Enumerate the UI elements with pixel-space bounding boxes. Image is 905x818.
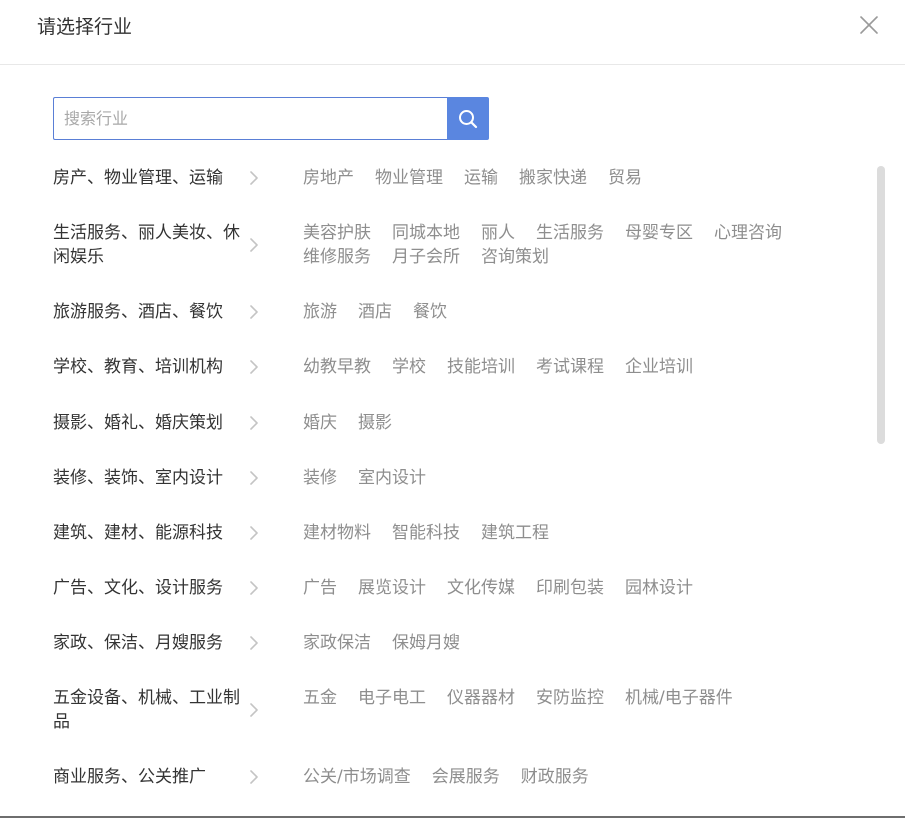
chevron-right-icon xyxy=(250,238,258,252)
subcategory-item[interactable]: 公关/市场调查 xyxy=(303,765,411,789)
subcategory-item[interactable]: 摄影 xyxy=(358,411,392,435)
close-icon xyxy=(860,16,878,34)
category-label[interactable]: 家政、保洁、月嫂服务 xyxy=(53,631,253,655)
subcategory-item[interactable]: 建材物料 xyxy=(303,521,371,545)
subcategory-item[interactable]: 美容护肤 xyxy=(303,221,371,245)
subcategory-item[interactable]: 贸易 xyxy=(608,166,642,190)
subcategory-item[interactable]: 保姆月嫂 xyxy=(392,631,460,655)
industry-select-dialog: 请选择行业 房产、物业管理、运输 房地产物业管理运输搬家快递贸易生活服务、丽人美妆… xyxy=(0,0,905,818)
scrollbar-thumb[interactable] xyxy=(877,166,885,444)
category-label[interactable]: 建筑、建材、能源科技 xyxy=(53,521,253,545)
category-label[interactable]: 旅游服务、酒店、餐饮 xyxy=(53,300,253,324)
chevron-right-icon xyxy=(250,471,258,485)
subcategory-item[interactable]: 餐饮 xyxy=(413,300,447,324)
chevron-right-icon xyxy=(250,703,258,717)
subcategory-item[interactable]: 丽人 xyxy=(481,221,515,245)
search-input[interactable] xyxy=(53,97,447,140)
subcategory-item[interactable]: 广告 xyxy=(303,576,337,600)
category-label[interactable]: 装修、装饰、室内设计 xyxy=(53,466,253,490)
chevron-right-icon xyxy=(250,416,258,430)
category-label[interactable]: 五金设备、机械、工业制品 xyxy=(53,686,253,734)
subcategory-item[interactable]: 学校 xyxy=(392,355,426,379)
dialog-title: 请选择行业 xyxy=(37,16,133,38)
chevron-right-icon xyxy=(250,360,258,374)
category-label[interactable]: 房产、物业管理、运输 xyxy=(53,166,253,190)
dialog-header: 请选择行业 xyxy=(0,0,905,65)
subcategory-item[interactable]: 财政服务 xyxy=(521,765,589,789)
subcategory-list: 美容护肤 同城本地 丽人 生活服务 母婴专区 心理咨询维修服务 月子会所 咨询策划 xyxy=(303,221,843,269)
category-label[interactable]: 广告、文化、设计服务 xyxy=(53,576,253,600)
subcategory-item[interactable]: 安防监控 xyxy=(536,686,604,710)
subcategory-item[interactable]: 装修 xyxy=(303,466,337,490)
subcategory-item[interactable]: 园林设计 xyxy=(625,576,693,600)
chevron-right-icon xyxy=(250,171,258,185)
subcategory-item[interactable]: 家政保洁 xyxy=(303,631,371,655)
subcategory-item[interactable]: 建筑工程 xyxy=(481,521,549,545)
subcategory-item[interactable]: 智能科技 xyxy=(392,521,460,545)
chevron-right-icon xyxy=(250,305,258,319)
category-label[interactable]: 生活服务、丽人美妆、休闲娱乐 xyxy=(53,221,253,269)
subcategory-item[interactable]: 酒店 xyxy=(358,300,392,324)
subcategory-list: 旅游 酒店 餐饮 xyxy=(303,300,843,324)
subcategory-item[interactable]: 电子电工 xyxy=(358,686,426,710)
search-box xyxy=(53,97,489,140)
subcategory-item[interactable]: 婚庆 xyxy=(303,411,337,435)
subcategory-item[interactable]: 母婴专区 xyxy=(625,221,693,245)
subcategory-list: 家政保洁 保姆月嫂 xyxy=(303,631,843,655)
subcategory-item[interactable]: 幼教早教 xyxy=(303,355,371,379)
subcategory-item[interactable]: 旅游 xyxy=(303,300,337,324)
subcategory-item[interactable]: 室内设计 xyxy=(358,466,426,490)
subcategory-list: 房地产 物业管理 运输 搬家快递 贸易 xyxy=(303,166,843,190)
subcategory-item[interactable]: 机械/电子器件 xyxy=(625,686,733,710)
chevron-right-icon xyxy=(250,526,258,540)
subcategory-item[interactable]: 企业培训 xyxy=(625,355,693,379)
subcategory-item[interactable]: 同城本地 xyxy=(392,221,460,245)
subcategory-item[interactable]: 会展服务 xyxy=(432,765,500,789)
subcategory-list: 婚庆 摄影 xyxy=(303,411,843,435)
subcategory-list: 建材物料 智能科技 建筑工程 xyxy=(303,521,843,545)
search-icon xyxy=(459,109,478,128)
category-label[interactable]: 摄影、婚礼、婚庆策划 xyxy=(53,411,253,435)
subcategory-item[interactable]: 仪器器材 xyxy=(447,686,515,710)
category-label[interactable]: 学校、教育、培训机构 xyxy=(53,355,253,379)
subcategory-item[interactable]: 五金 xyxy=(303,686,337,710)
category-list: 房产、物业管理、运输 房地产 物业管理 运输 搬家快递 贸易生活服务、丽人美妆、休闲娱乐 美… xyxy=(0,150,905,800)
search-button[interactable] xyxy=(447,97,489,140)
subcategory-item[interactable]: 维修服务 xyxy=(303,245,371,269)
subcategory-item[interactable]: 月子会所 xyxy=(392,245,460,269)
subcategory-item[interactable]: 搬家快递 xyxy=(519,166,587,190)
chevron-right-icon xyxy=(250,770,258,784)
subcategory-item[interactable]: 心理咨询 xyxy=(714,221,782,245)
subcategory-list: 装修 室内设计 xyxy=(303,466,843,490)
subcategory-list: 广告 展览设计 文化传媒 印刷包装 园林设计 xyxy=(303,576,843,600)
close-button[interactable] xyxy=(857,13,881,37)
scrollbar[interactable] xyxy=(876,166,886,788)
chevron-right-icon xyxy=(250,581,258,595)
subcategory-item[interactable]: 房地产 xyxy=(303,166,354,190)
subcategory-item[interactable]: 考试课程 xyxy=(536,355,604,379)
category-label[interactable]: 商业服务、公关推广 xyxy=(53,765,253,789)
subcategory-item[interactable]: 物业管理 xyxy=(375,166,443,190)
subcategory-item[interactable]: 咨询策划 xyxy=(481,245,549,269)
subcategory-item[interactable]: 技能培训 xyxy=(447,355,515,379)
chevron-right-icon xyxy=(250,636,258,650)
subcategory-list: 公关/市场调查 会展服务 财政服务 xyxy=(303,765,843,789)
subcategory-item[interactable]: 文化传媒 xyxy=(447,576,515,600)
subcategory-item[interactable]: 展览设计 xyxy=(358,576,426,600)
subcategory-item[interactable]: 印刷包装 xyxy=(536,576,604,600)
subcategory-list: 五金 电子电工 仪器器材 安防监控 机械/电子器件 xyxy=(303,686,843,710)
subcategory-item[interactable]: 运输 xyxy=(464,166,498,190)
subcategory-item[interactable]: 生活服务 xyxy=(536,221,604,245)
subcategory-list: 幼教早教 学校 技能培训 考试课程 企业培训 xyxy=(303,355,843,379)
